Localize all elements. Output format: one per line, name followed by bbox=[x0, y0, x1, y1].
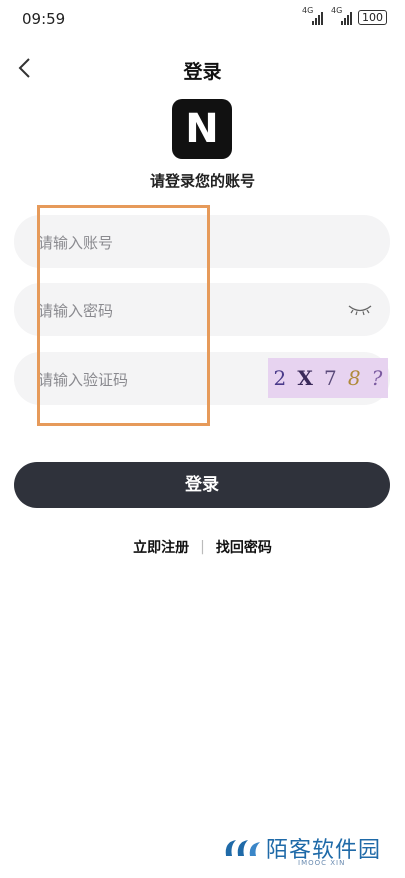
watermark: 陌客软件园 IMOOC XIN bbox=[222, 832, 392, 868]
account-field bbox=[14, 215, 390, 270]
login-subtitle: 请登录您的账号 bbox=[149, 172, 255, 190]
app-logo-letter: N bbox=[185, 106, 219, 152]
login-button[interactable]: 登录 bbox=[14, 462, 390, 508]
register-link[interactable]: 立即注册 bbox=[133, 537, 189, 557]
captcha-field: 2 X 7 8 ? bbox=[14, 352, 390, 407]
signal-icon: 4G bbox=[331, 6, 352, 25]
captcha-char: 2 bbox=[273, 366, 287, 390]
watermark-subtext: IMOOC XIN bbox=[298, 859, 346, 867]
captcha-char: X bbox=[297, 366, 313, 390]
signal-icon: 4G bbox=[302, 6, 323, 25]
auth-links: 立即注册 | 找回密码 bbox=[0, 537, 405, 557]
eye-closed-icon[interactable] bbox=[348, 301, 372, 317]
captcha-char: 8 bbox=[347, 366, 361, 390]
network-type-label: 4G bbox=[331, 5, 343, 15]
network-type-label: 4G bbox=[302, 5, 314, 15]
link-separator: | bbox=[200, 539, 205, 555]
captcha-input[interactable] bbox=[36, 352, 270, 407]
battery-icon: 100 bbox=[358, 10, 387, 25]
forgot-password-link[interactable]: 找回密码 bbox=[216, 537, 272, 557]
app-logo: N bbox=[172, 99, 232, 159]
watermark-logo-icon bbox=[225, 840, 260, 856]
password-field bbox=[14, 283, 390, 338]
captcha-image[interactable]: 2 X 7 8 ? bbox=[268, 358, 388, 398]
status-time: 09:59 bbox=[22, 10, 66, 28]
status-indicators: 4G 4G 100 bbox=[302, 6, 387, 25]
status-bar: 09:59 4G 4G 100 bbox=[0, 0, 405, 36]
password-input[interactable] bbox=[36, 283, 270, 338]
captcha-char: 7 bbox=[324, 366, 337, 390]
page-title: 登录 bbox=[183, 61, 222, 83]
captcha-char: ? bbox=[371, 366, 383, 390]
account-input[interactable] bbox=[36, 215, 270, 270]
